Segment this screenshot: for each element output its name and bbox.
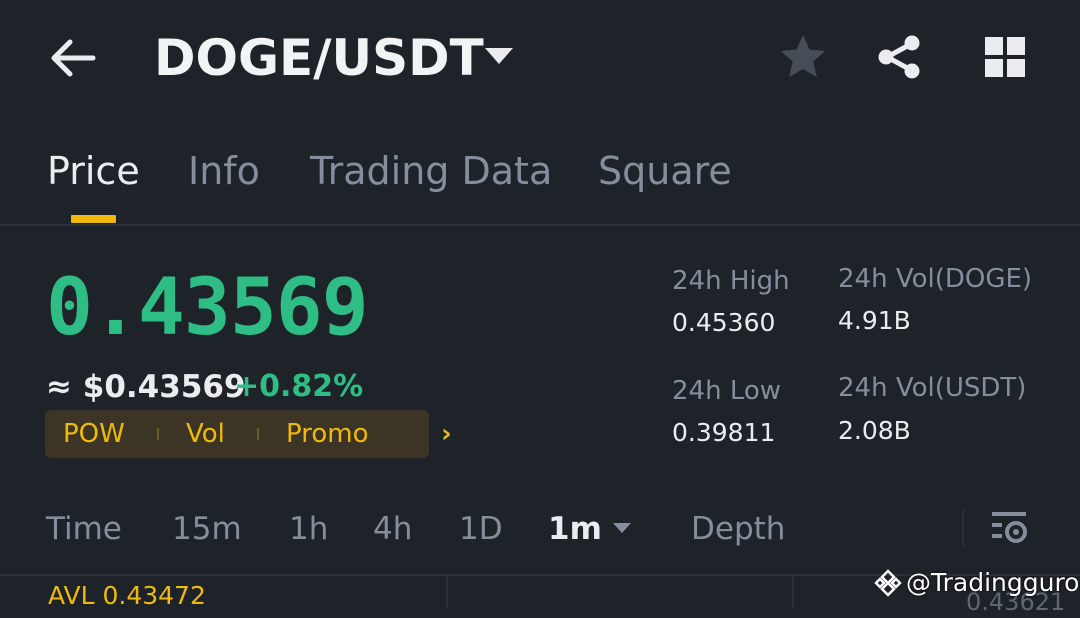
timeframe-15m[interactable]: 15m [172, 508, 242, 550]
watermark-text: @Tradingguro [906, 568, 1080, 597]
token-tags-bar[interactable]: POW Vol Promo › [45, 410, 452, 458]
timeframe-divider [962, 510, 964, 546]
watermark: @Tradingguro [874, 566, 1079, 600]
arrow-left-icon [51, 39, 96, 77]
tabs-divider [0, 224, 1080, 226]
tag-separator [257, 428, 259, 440]
timeframe-time[interactable]: Time [46, 508, 122, 550]
timeframe-4h[interactable]: 4h [373, 508, 412, 550]
vol-base-label: 24h Vol(DOGE) [838, 264, 1033, 294]
vol-base-value: 4.91B [838, 306, 911, 335]
timeframe-1m[interactable]: 1m [548, 508, 602, 550]
back-button[interactable] [48, 30, 104, 86]
caret-down-icon [485, 48, 513, 64]
timeframe-more-caret[interactable] [612, 520, 632, 534]
share-button[interactable] [875, 32, 925, 82]
star-icon [781, 35, 825, 77]
low-value: 0.39811 [672, 418, 776, 447]
usd-price: ≈ $0.43569 [46, 369, 246, 405]
low-label: 24h Low [672, 376, 782, 406]
tab-info[interactable]: Info [188, 146, 260, 196]
high-label: 24h High [672, 266, 790, 296]
last-price: 0.43569 [46, 263, 369, 353]
vol-quote-label: 24h Vol(USDT) [838, 373, 1027, 403]
layout-grid-button[interactable] [980, 32, 1030, 82]
chart-grid-line [792, 576, 794, 607]
chart-settings-button[interactable] [990, 508, 1030, 548]
pair-selector-caret[interactable] [482, 44, 516, 68]
timeframe-1h[interactable]: 1h [289, 508, 328, 550]
timeframe-1d[interactable]: 1D [459, 508, 503, 550]
timeframe-depth[interactable]: Depth [691, 508, 785, 550]
chart-settings-icon [992, 512, 1027, 543]
chevron-right-icon[interactable]: › [441, 416, 452, 452]
active-tab-indicator [71, 215, 116, 223]
avl-price-label: AVL 0.43472 [48, 581, 206, 610]
caret-down-icon [613, 523, 631, 533]
grid-icon [985, 37, 1025, 77]
share-icon [878, 35, 920, 79]
tag-promo[interactable]: Promo [286, 416, 368, 452]
tag-vol[interactable]: Vol [186, 416, 225, 452]
tag-separator [157, 428, 159, 440]
price-change-percent: +0.82% [234, 369, 364, 404]
tab-price[interactable]: Price [47, 146, 140, 196]
vol-quote-value: 2.08B [838, 416, 911, 445]
tab-square[interactable]: Square [598, 146, 732, 196]
tag-pow[interactable]: POW [63, 416, 125, 452]
high-value: 0.45360 [672, 308, 776, 337]
binance-logo-icon [874, 569, 902, 597]
favorite-button[interactable] [778, 32, 828, 82]
tab-trading-data[interactable]: Trading Data [310, 146, 552, 196]
chart-grid-line [446, 576, 448, 607]
pair-title[interactable]: DOGE/USDT [154, 28, 484, 88]
